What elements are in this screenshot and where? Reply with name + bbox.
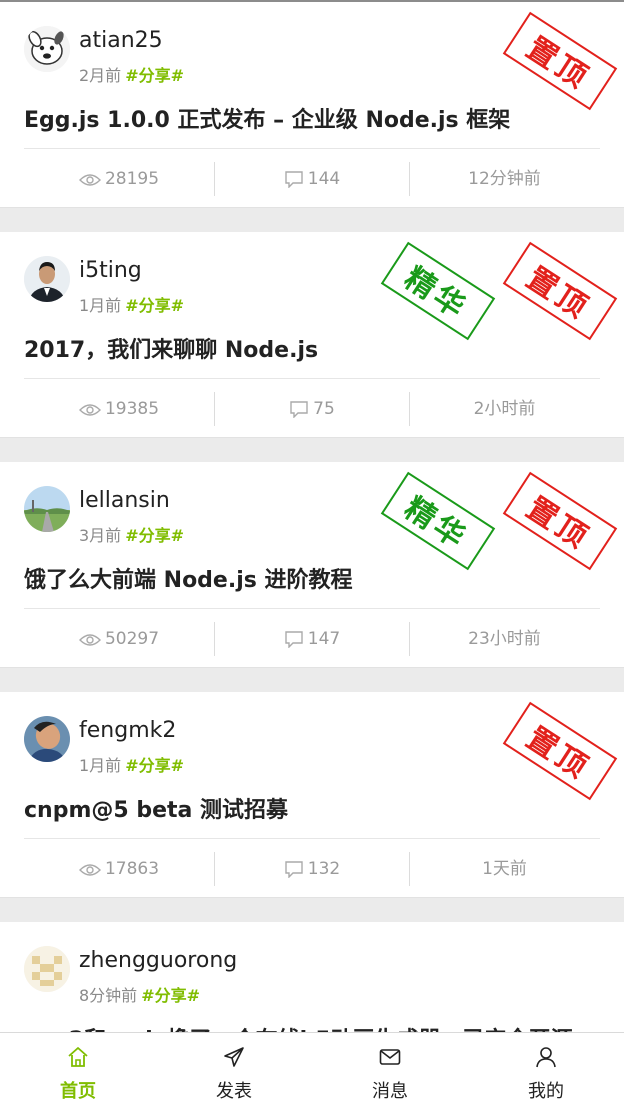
nav-post[interactable]: 发表: [156, 1033, 312, 1103]
comment-icon: [290, 401, 308, 419]
category-tag[interactable]: #分享#: [125, 756, 184, 775]
eye-icon: [78, 634, 101, 646]
topic-title[interactable]: 饿了么大前端 Node.js 进阶教程: [24, 562, 353, 594]
category-tag[interactable]: #分享#: [125, 66, 184, 85]
reply-count-value: 75: [313, 399, 335, 419]
topic-card[interactable]: fengmk2 1月前 #分享# cnpm@5 beta 测试招募 17863 1…: [0, 692, 624, 898]
post-meta: 3月前 #分享#: [79, 522, 184, 546]
last-reply-time: 12分钟前: [468, 169, 541, 189]
username[interactable]: fengmk2: [79, 718, 176, 743]
reply-count-value: 147: [307, 629, 341, 649]
featured-stamp: 精华: [380, 241, 496, 341]
pinned-stamp: 置顶: [502, 701, 618, 801]
category-tag[interactable]: #分享#: [125, 526, 184, 545]
bottom-nav: 首页 发表 消息 我的: [0, 1032, 624, 1103]
view-count-value: 17863: [104, 859, 160, 879]
nav-home-label: 首页: [60, 1081, 96, 1102]
person-avatar-icon: [24, 716, 70, 762]
topic-title[interactable]: cnpm@5 beta 测试招募: [24, 792, 288, 824]
last-reply-time: 1天前: [482, 859, 527, 879]
post-meta: 1月前 #分享#: [79, 292, 184, 316]
nav-profile-label: 我的: [528, 1081, 564, 1102]
post-meta: 2月前 #分享#: [79, 62, 184, 86]
category-tag[interactable]: #分享#: [125, 296, 184, 315]
view-count-value: 50297: [104, 629, 160, 649]
topic-title[interactable]: vue2和node撸了一个在线h5动画生成器，已完全开源: [24, 1022, 573, 1032]
topic-card[interactable]: atian25 2月前 #分享# Egg.js 1.0.0 正式发布 – 企业级 …: [0, 2, 624, 208]
post-time: 2月前: [79, 66, 122, 85]
view-count-value: 28195: [104, 169, 160, 189]
divider: [24, 608, 600, 609]
eye-icon: [78, 404, 101, 416]
topic-title[interactable]: 2017，我们来聊聊 Node.js: [24, 332, 318, 364]
post-meta: 8分钟前 #分享#: [79, 982, 200, 1006]
reply-count-value: 132: [307, 859, 341, 879]
reply-count-value: 144: [307, 169, 341, 189]
topic-card[interactable]: i5ting 1月前 #分享# 2017，我们来聊聊 Node.js 19385 …: [0, 232, 624, 438]
post-time: 3月前: [79, 526, 122, 545]
pinned-stamp: 置顶: [502, 471, 618, 571]
nav-messages-label: 消息: [372, 1081, 408, 1102]
topic-card[interactable]: zhengguorong 8分钟前#分享# vue2和node撸了一个在线h5动…: [0, 922, 624, 1032]
featured-stamp: 精华: [380, 471, 496, 571]
view-count: 28195: [24, 162, 214, 196]
landscape-avatar-icon: [24, 486, 70, 532]
post-time: 1月前: [79, 756, 122, 775]
comment-icon: [285, 631, 303, 649]
topic-card[interactable]: lellansin 3月前 #分享# 饿了么大前端 Node.js 进阶教程 50…: [0, 462, 624, 668]
eye-icon: [78, 864, 101, 876]
category-tag[interactable]: #分享#: [141, 986, 200, 1005]
username[interactable]: lellansin: [79, 488, 170, 513]
username[interactable]: i5ting: [79, 258, 142, 283]
last-reply-time: 2小时前: [473, 399, 536, 419]
reply-count: 75: [214, 392, 410, 426]
divider: [24, 378, 600, 379]
post-time: 1月前: [79, 296, 122, 315]
nav-messages[interactable]: 消息: [312, 1033, 468, 1103]
pinned-stamp: 置顶: [502, 241, 618, 341]
pinned-stamp: 置顶: [502, 11, 618, 111]
post-meta: 1月前 #分享#: [79, 752, 184, 776]
avatar[interactable]: [24, 486, 70, 532]
view-count: 17863: [24, 852, 214, 886]
post-time: 8分钟前: [79, 986, 138, 1005]
last-reply-time: 23小时前: [468, 629, 541, 649]
nav-home[interactable]: 首页: [0, 1033, 156, 1103]
user-icon: [536, 1047, 556, 1068]
reply-count: 147: [214, 622, 410, 656]
view-count: 19385: [24, 392, 214, 426]
dog-avatar-icon: [24, 26, 70, 72]
avatar[interactable]: [24, 946, 70, 992]
eye-icon: [78, 174, 101, 186]
avatar[interactable]: [24, 256, 70, 302]
topic-title[interactable]: Egg.js 1.0.0 正式发布 – 企业级 Node.js 框架: [24, 102, 510, 134]
divider: [24, 838, 600, 839]
topic-stats: 17863 132 1天前: [24, 852, 600, 886]
view-count-value: 19385: [104, 399, 160, 419]
comment-icon: [285, 861, 303, 879]
topic-list[interactable]: atian25 2月前 #分享# Egg.js 1.0.0 正式发布 – 企业级 …: [0, 2, 624, 1032]
reply-count: 132: [214, 852, 410, 886]
send-icon: [224, 1047, 244, 1067]
topic-stats: 19385 75 2小时前: [24, 392, 600, 426]
username[interactable]: atian25: [79, 28, 163, 53]
person-suit-avatar-icon: [24, 256, 70, 302]
nav-post-label: 发表: [216, 1081, 252, 1102]
view-count: 50297: [24, 622, 214, 656]
divider: [24, 148, 600, 149]
nav-profile[interactable]: 我的: [468, 1033, 624, 1103]
avatar[interactable]: [24, 26, 70, 72]
home-icon: [68, 1047, 88, 1067]
avatar[interactable]: [24, 716, 70, 762]
mail-icon: [379, 1049, 401, 1065]
identicon-avatar-icon: [24, 946, 70, 992]
reply-count: 144: [214, 162, 410, 196]
topic-stats: 50297 147 23小时前: [24, 622, 600, 656]
comment-icon: [285, 171, 303, 189]
username[interactable]: zhengguorong: [79, 948, 237, 973]
topic-stats: 28195 144 12分钟前: [24, 162, 600, 196]
